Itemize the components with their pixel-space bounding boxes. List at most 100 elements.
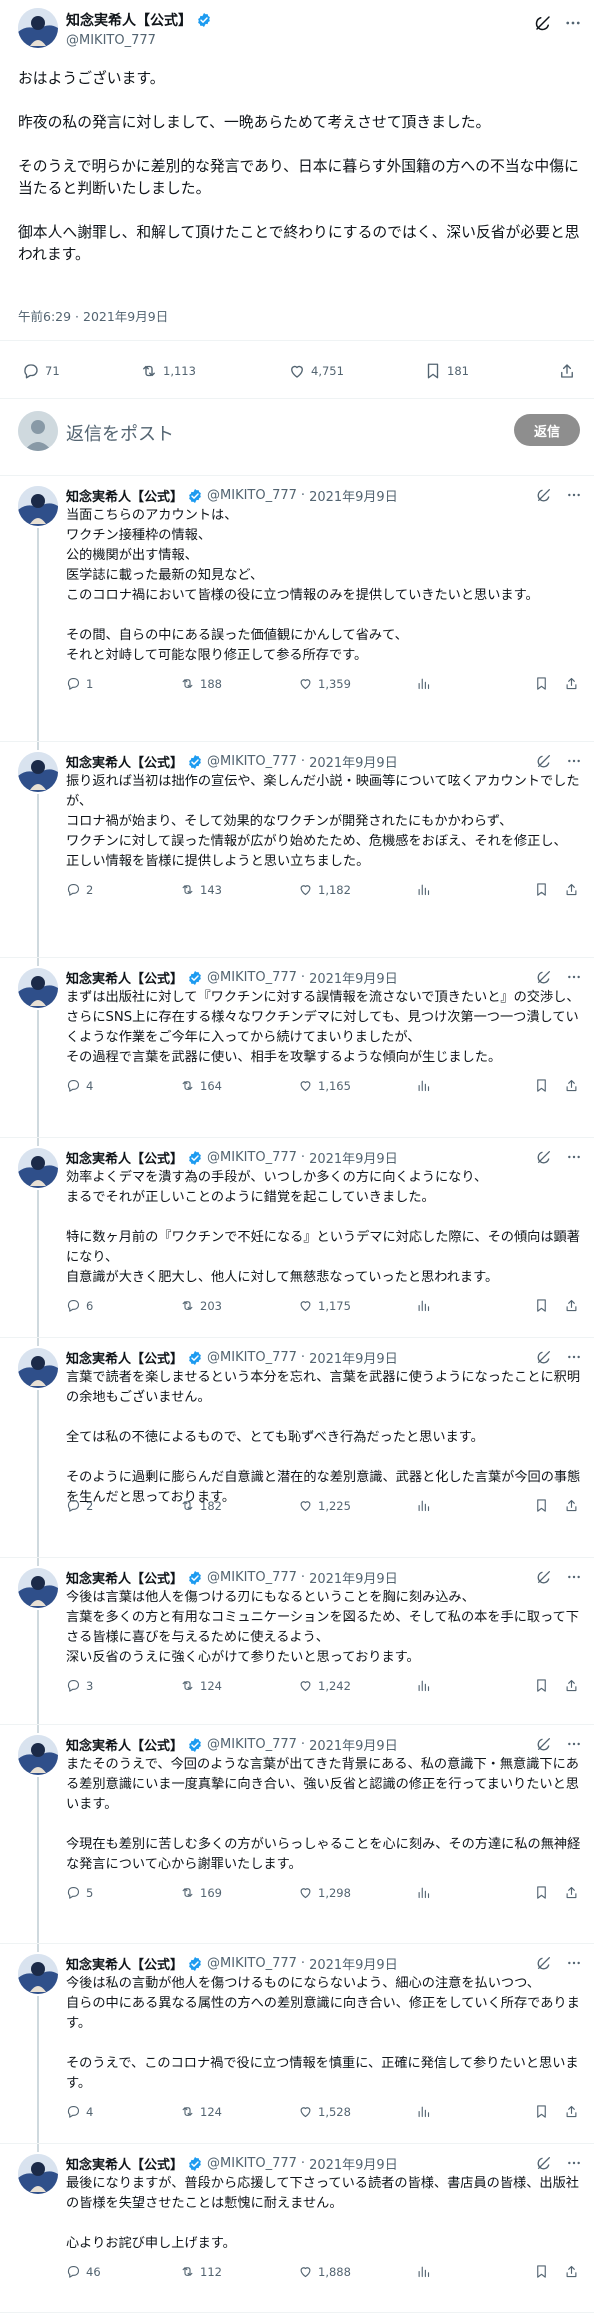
reply-date[interactable]: 2021年9月9日 [309, 1148, 398, 1167]
author-name[interactable]: 知念実希人【公式】 [66, 1148, 183, 1167]
more-icon[interactable] [566, 1349, 582, 1365]
post-timestamp[interactable]: 午前6:29 · 2021年9月9日 [18, 306, 168, 325]
views-action[interactable] [416, 1298, 431, 1313]
repost-action[interactable]: 112 [180, 2264, 222, 2279]
user-avatar[interactable] [18, 411, 58, 451]
reply-date[interactable]: 2021年9月9日 [309, 2154, 398, 2173]
author-avatar[interactable] [18, 8, 58, 48]
thread-reply[interactable]: 知念実希人【公式】 @MIKITO_777 · 2021年9月9日 今後は言葉は他人を傷… [0, 1558, 594, 1727]
bookmark-action[interactable] [534, 1885, 549, 1900]
author-avatar[interactable] [18, 2154, 58, 2194]
more-icon[interactable] [566, 2155, 582, 2171]
reply-date[interactable]: 2021年9月9日 [309, 752, 398, 771]
author-handle[interactable]: @MIKITO_777 [207, 1737, 297, 1752]
reply-action[interactable]: 2 [66, 1498, 93, 1513]
reply-action[interactable]: 5 [66, 1885, 93, 1900]
more-icon[interactable] [566, 1149, 582, 1165]
thread-reply[interactable]: 知念実希人【公式】 @MIKITO_777 · 2021年9月9日 まずは出版社に対して… [0, 958, 594, 1140]
thread-reply[interactable]: 知念実希人【公式】 @MIKITO_777 · 2021年9月9日 今後は私の言動が他人… [0, 1944, 594, 2146]
reply-date[interactable]: 2021年9月9日 [309, 968, 398, 987]
views-action[interactable] [416, 2264, 431, 2279]
like-action[interactable]: 4,751 [288, 362, 344, 380]
repost-action[interactable]: 182 [180, 1498, 222, 1513]
author-name[interactable]: 知念実希人【公式】 [66, 486, 183, 505]
views-action[interactable] [416, 882, 431, 897]
repost-action[interactable]: 143 [180, 882, 222, 897]
more-icon[interactable] [566, 969, 582, 985]
share-action[interactable] [564, 2264, 579, 2279]
views-action[interactable] [416, 676, 431, 691]
bookmark-action[interactable] [534, 1678, 549, 1693]
grok-icon[interactable] [536, 1955, 552, 1971]
like-action[interactable]: 1,298 [298, 1885, 351, 1900]
thread-reply[interactable]: 知念実希人【公式】 @MIKITO_777 · 2021年9月9日 当面こちらのアカウン… [0, 476, 594, 744]
grok-icon[interactable] [536, 1349, 552, 1365]
reply-date[interactable]: 2021年9月9日 [309, 1735, 398, 1754]
author-name[interactable]: 知念実希人【公式】 [66, 968, 183, 987]
author-handle[interactable]: @MIKITO_777 [207, 488, 297, 503]
author-name[interactable]: 知念実希人【公式】 [66, 752, 183, 771]
repost-action[interactable]: 1,113 [140, 362, 196, 380]
author-name[interactable]: 知念実希人【公式】 [66, 1735, 183, 1754]
thread-reply[interactable]: 知念実希人【公式】 @MIKITO_777 · 2021年9月9日 またそのうえで、今回… [0, 1725, 594, 1946]
thread-reply[interactable]: 知念実希人【公式】 @MIKITO_777 · 2021年9月9日 効率よくデマを潰す為… [0, 1138, 594, 1340]
grok-icon[interactable] [536, 969, 552, 985]
grok-icon[interactable] [536, 753, 552, 769]
like-action[interactable]: 1,888 [298, 2264, 351, 2279]
grok-icon[interactable] [536, 487, 552, 503]
share-action[interactable] [564, 2104, 579, 2119]
reply-button[interactable]: 返信 [514, 414, 580, 446]
share-action[interactable] [564, 882, 579, 897]
share-action[interactable] [564, 1885, 579, 1900]
repost-action[interactable]: 188 [180, 676, 222, 691]
author-avatar[interactable] [18, 752, 58, 792]
grok-icon[interactable] [536, 1736, 552, 1752]
author-name-row[interactable]: 知念実希人【公式】 [66, 10, 212, 30]
bookmark-action[interactable] [534, 2264, 549, 2279]
like-action[interactable]: 1,182 [298, 882, 351, 897]
share-action[interactable] [564, 1498, 579, 1513]
share-action[interactable] [564, 1078, 579, 1093]
grok-icon[interactable] [536, 1569, 552, 1585]
bookmark-action[interactable] [534, 1078, 549, 1093]
reply-date[interactable]: 2021年9月9日 [309, 1954, 398, 1973]
more-icon[interactable] [566, 487, 582, 503]
bookmark-action[interactable] [534, 1298, 549, 1313]
more-icon[interactable] [566, 1955, 582, 1971]
reply-action[interactable]: 46 [66, 2264, 101, 2279]
reply-action[interactable]: 1 [66, 676, 93, 691]
more-icon[interactable] [566, 1736, 582, 1752]
repost-action[interactable]: 124 [180, 2104, 222, 2119]
views-action[interactable] [416, 1498, 431, 1513]
share-action[interactable] [564, 1678, 579, 1693]
reply-action[interactable]: 2 [66, 882, 93, 897]
repost-action[interactable]: 164 [180, 1078, 222, 1093]
share-action[interactable] [558, 362, 576, 380]
reply-action[interactable]: 4 [66, 1078, 93, 1093]
more-icon[interactable] [564, 14, 582, 32]
author-avatar[interactable] [18, 1348, 58, 1388]
bookmark-action[interactable]: 181 [424, 362, 469, 380]
repost-action[interactable]: 203 [180, 1298, 222, 1313]
thread-reply[interactable]: 知念実希人【公式】 @MIKITO_777 · 2021年9月9日 最後になりますが、普… [0, 2144, 594, 2313]
like-action[interactable]: 1,242 [298, 1678, 351, 1693]
author-handle[interactable]: @MIKITO_777 [207, 1350, 297, 1365]
reply-date[interactable]: 2021年9月9日 [309, 486, 398, 505]
grok-icon[interactable] [536, 2155, 552, 2171]
grok-icon[interactable] [536, 1149, 552, 1165]
bookmark-action[interactable] [534, 2104, 549, 2119]
bookmark-action[interactable] [534, 882, 549, 897]
author-name[interactable]: 知念実希人【公式】 [66, 2154, 183, 2173]
author-avatar[interactable] [18, 1954, 58, 1994]
reply-date[interactable]: 2021年9月9日 [309, 1348, 398, 1367]
thread-reply[interactable]: 知念実希人【公式】 @MIKITO_777 · 2021年9月9日 言葉で読者を楽しませ… [0, 1338, 594, 1560]
reply-action[interactable]: 4 [66, 2104, 93, 2119]
author-avatar[interactable] [18, 486, 58, 526]
author-handle[interactable]: @MIKITO_777 [66, 33, 156, 48]
views-action[interactable] [416, 1078, 431, 1093]
author-avatar[interactable] [18, 1735, 58, 1775]
reply-input[interactable]: 返信をポスト [66, 420, 174, 446]
thread-reply[interactable]: 知念実希人【公式】 @MIKITO_777 · 2021年9月9日 振り返れば当初は拙作… [0, 742, 594, 960]
repost-action[interactable]: 124 [180, 1678, 222, 1693]
like-action[interactable]: 1,165 [298, 1078, 351, 1093]
